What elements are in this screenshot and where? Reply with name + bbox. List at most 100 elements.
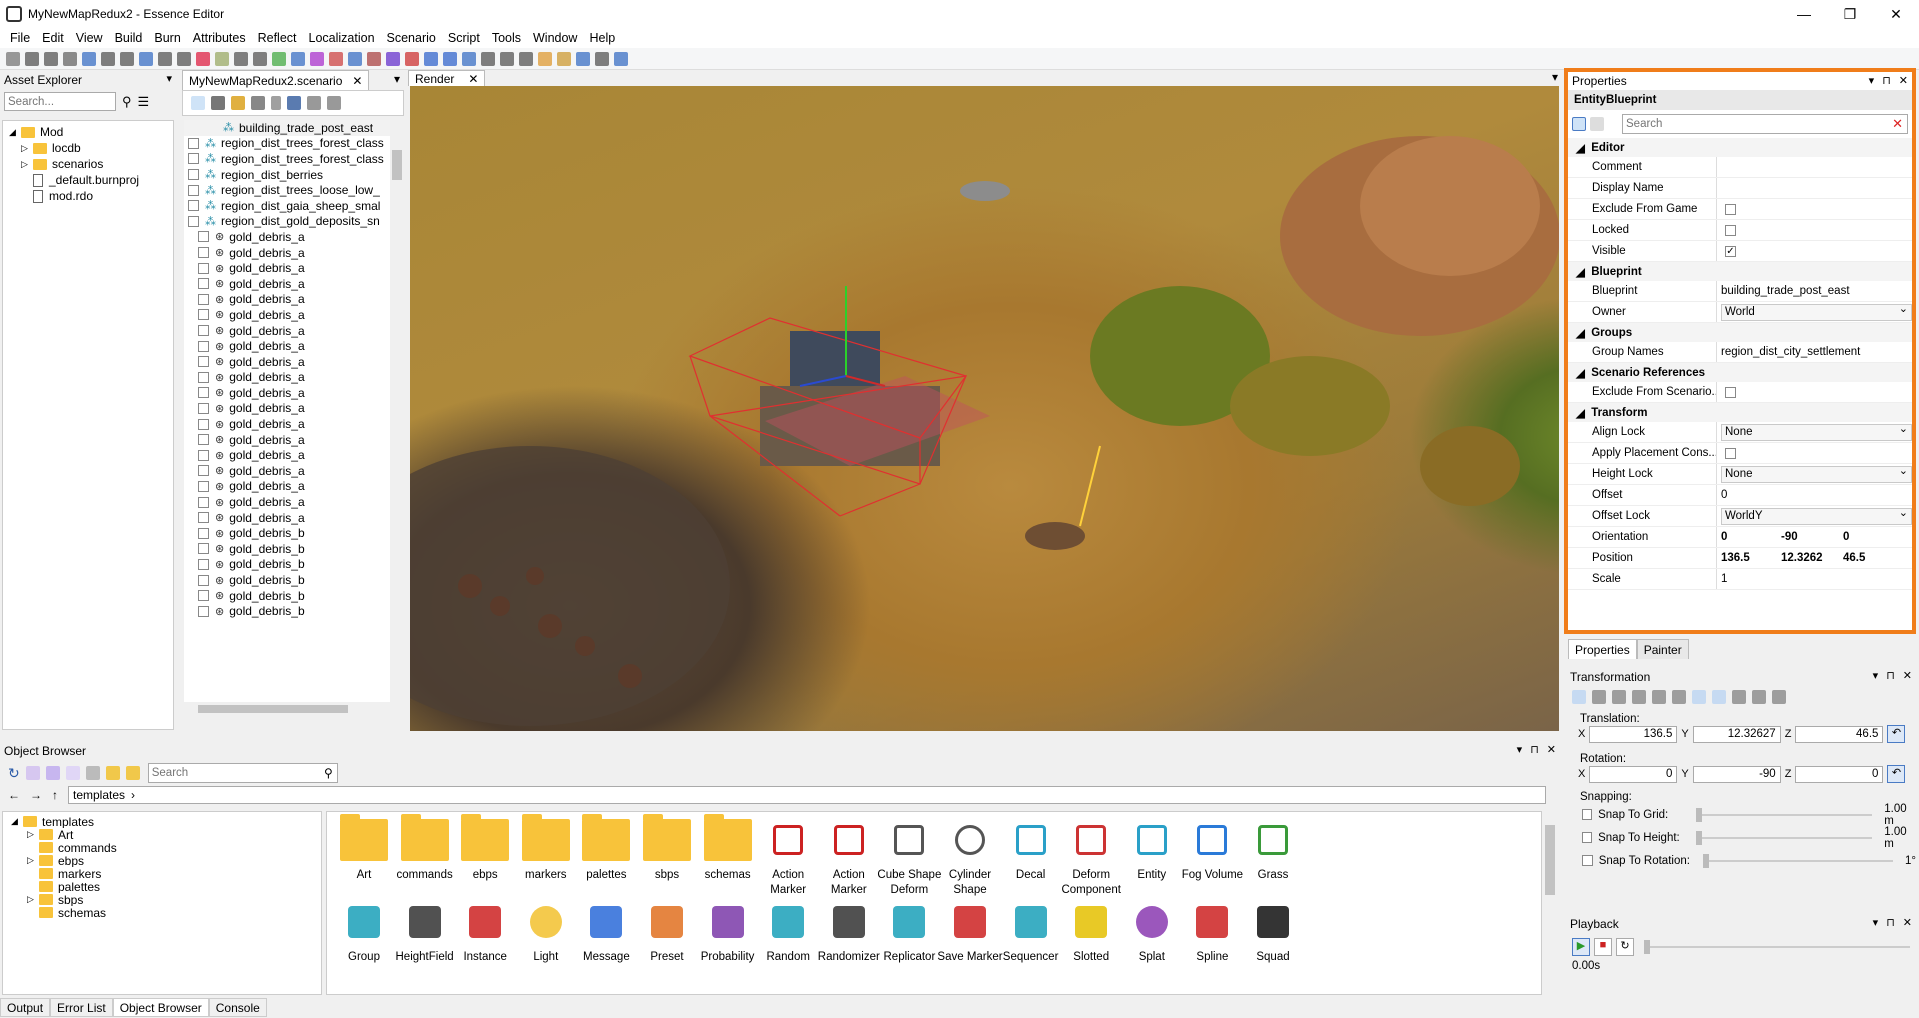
object-tree-item[interactable]: ◢ templates [3,815,321,828]
visibility-checkbox[interactable] [198,496,209,508]
scenario-scrollbar[interactable] [390,120,404,702]
refresh-icon[interactable] [287,96,301,110]
paint-icon[interactable] [196,51,210,66]
object-item[interactable]: Action Marker [814,818,884,898]
height-lock-dropdown[interactable]: None [1721,464,1912,483]
scenario-list-item[interactable]: ⊛ gold_debris_a [184,494,390,510]
list-options-icon[interactable]: ☰ [138,94,150,110]
decal-icon[interactable] [310,51,324,66]
pin-icon[interactable]: ⊓ [1882,74,1891,87]
maximize-icon[interactable]: ❐ [1827,0,1873,28]
visibility-checkbox[interactable] [188,200,199,212]
scenario-list-item[interactable]: ⁂ region_dist_trees_forest_class [184,136,390,152]
back-icon[interactable]: ← [8,788,20,802]
swap-icon[interactable] [177,51,191,66]
menu-icon[interactable]: ▾ [1873,669,1879,682]
sun-icon[interactable] [557,51,571,66]
list-view-icon[interactable] [85,766,100,780]
visibility-checkbox[interactable] [198,512,209,524]
snap-grid-checkbox[interactable] [1582,809,1593,820]
object-item[interactable]: Grass [1238,818,1308,883]
object-item[interactable]: Decal [996,818,1066,883]
object-item[interactable]: Cube Shape Deform [874,818,944,898]
sky-icon[interactable] [595,51,609,66]
stats-icon[interactable] [519,51,533,66]
exclude-scenario-checkbox[interactable] [1725,386,1736,398]
visibility-checkbox[interactable] [188,215,199,227]
grid-icon[interactable] [82,51,96,66]
visibility-checkbox[interactable] [188,153,199,165]
object-item[interactable]: Probability [693,900,763,965]
object-tree-item[interactable]: ▷ Art [3,828,321,841]
object-tree-item[interactable]: palettes [3,880,321,893]
visibility-checkbox[interactable] [198,558,209,570]
tab-output[interactable]: Output [0,998,51,1017]
asset-tree-item[interactable]: mod.rdo [3,188,173,204]
translation-x-input[interactable]: 136.5 [1589,725,1678,743]
object-grid-scrollbar[interactable] [1542,811,1558,995]
object-item[interactable]: markers [511,814,581,883]
scenario-list-item[interactable]: ⁂ region_dist_gold_deposits_sn [184,214,390,230]
visibility-checkbox[interactable] [198,387,209,399]
up-icon[interactable]: ↑ [52,788,58,802]
move-icon[interactable] [1572,690,1586,704]
category-groups[interactable]: ◢ Groups [1568,323,1912,342]
object-item[interactable]: Sequencer [996,900,1066,965]
visibility-checkbox[interactable] [198,293,209,305]
folder-view-icon[interactable] [105,766,120,780]
scenario-hscrollbar[interactable] [184,702,390,716]
object-tree-item[interactable]: markers [3,867,321,880]
menu-edit[interactable]: Edit [36,31,70,45]
scenario-list-item[interactable]: ⊛ gold_debris_b [184,557,390,573]
visibility-checkbox[interactable] [206,122,217,133]
menu-scenario[interactable]: Scenario [381,31,442,45]
visibility-checkbox[interactable] [198,371,209,383]
search-icon[interactable]: ⚲ [324,766,333,780]
menu-build[interactable]: Build [109,31,149,45]
object-item[interactable]: Deform Component [1056,818,1126,898]
category-scenario-references[interactable]: ◢ Scenario References [1568,363,1912,382]
refresh-icon[interactable]: ↻ [8,765,20,782]
stop-icon[interactable]: ■ [1594,938,1612,956]
cursor-icon[interactable] [158,51,172,66]
visibility-checkbox[interactable] [198,527,209,539]
scenario-list-item[interactable]: ⊛ gold_debris_a [184,416,390,432]
filter-c-icon[interactable] [65,766,80,780]
asset-tree-item[interactable]: ▷ scenarios [3,156,173,172]
close-icon[interactable]: ✕ [1903,669,1912,682]
visibility-checkbox[interactable] [198,262,209,274]
settings-icon[interactable] [327,96,341,110]
reset-translation-icon[interactable]: ↶ [1887,725,1906,743]
prop-orientation[interactable]: Orientation 0 -90 0 [1568,527,1912,548]
menu-help[interactable]: Help [583,31,621,45]
scenario-list-item[interactable]: ⊛ gold_debris_b [184,541,390,557]
menu-tools[interactable]: Tools [486,31,527,45]
scenario-list-item[interactable]: ⊛ gold_debris_b [184,588,390,604]
snap-rotation-slider[interactable] [1703,853,1893,868]
expand-icon[interactable]: ▷ [27,855,39,866]
scenario-list-item[interactable]: ⊛ gold_debris_a [184,447,390,463]
prop-group-names[interactable]: Group Names region_dist_city_settlement [1568,342,1912,363]
gizmo-icon[interactable] [614,51,628,66]
sound-icon[interactable] [234,51,248,66]
object-item[interactable]: Splat [1117,900,1187,965]
visibility-checkbox[interactable] [198,356,209,368]
visibility-checkbox[interactable] [198,543,209,555]
snap-rotation-checkbox[interactable] [1582,855,1593,866]
visible-checkbox[interactable]: ✓ [1725,245,1736,257]
menu-icon[interactable]: ▾ [1873,916,1879,929]
pin-icon[interactable]: ⊓ [1886,669,1895,682]
rain-icon[interactable] [424,51,438,66]
scenario-list-item[interactable]: ⊛ gold_debris_a [184,276,390,292]
box-icon[interactable] [120,51,134,66]
close-icon[interactable]: ✕ [1547,743,1556,756]
expand-icon[interactable]: ▷ [27,894,39,905]
close-icon[interactable]: ✕ [1903,916,1912,929]
grid-snap-icon[interactable] [1632,690,1646,704]
menu-icon[interactable]: ▾ [1517,743,1523,756]
object-item[interactable]: Slotted [1056,900,1126,965]
menu-icon[interactable]: ▾ [166,72,172,85]
scenario-list-item[interactable]: ⊛ gold_debris_b [184,603,390,619]
edit-icon[interactable] [307,96,321,110]
light-icon[interactable] [538,51,552,66]
